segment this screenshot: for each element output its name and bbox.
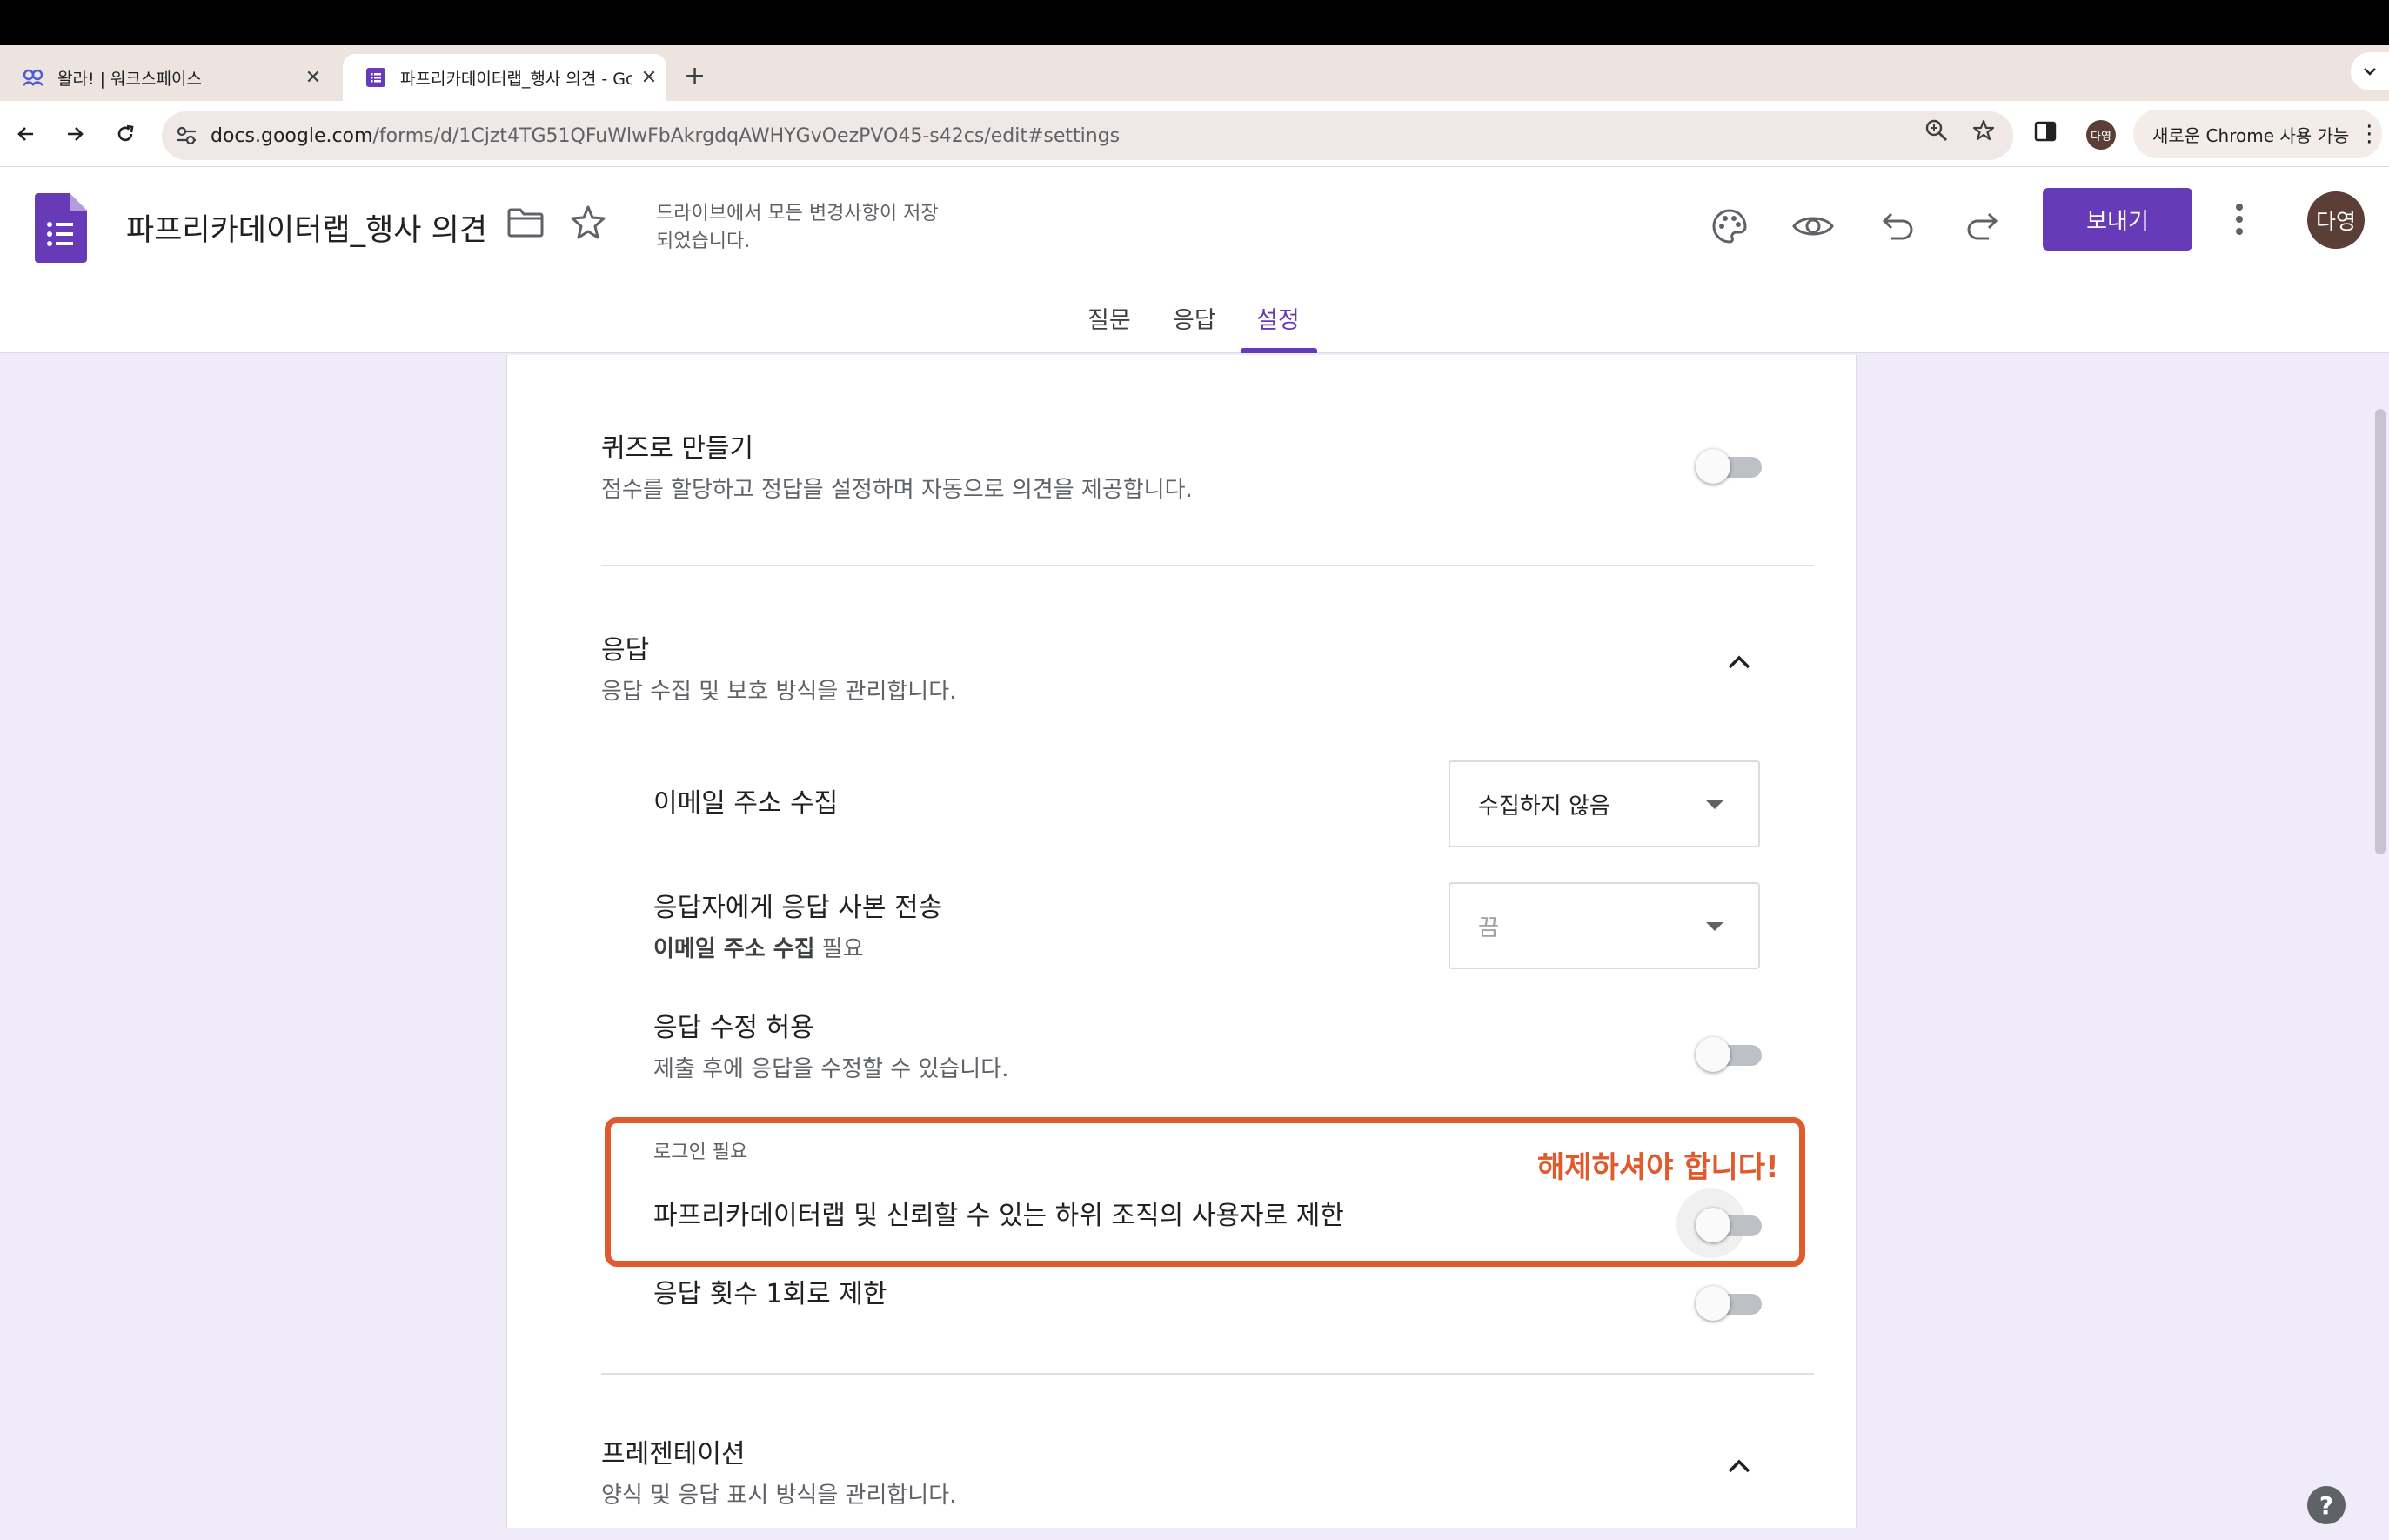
allow-edit-toggle[interactable] (1696, 1032, 1765, 1074)
form-tabs: 질문 응답 설정 (0, 296, 2389, 353)
browser-toolbar: docs.google.com/forms/d/1Cjzt4TG51QFuWlw… (0, 101, 2389, 167)
divider (601, 1373, 1814, 1375)
tab-responses[interactable]: 응답 (1173, 301, 1216, 335)
chrome-update-button[interactable]: 새로운 Chrome 사용 가능 ⋮ (2133, 110, 2382, 158)
allow-edit-label: 응답 수정 허용 (653, 1013, 814, 1043)
reload-icon[interactable] (106, 115, 144, 153)
browser-tab-forms[interactable]: 파프리카데이터랩_행사 의견 - Go ✕ (343, 54, 666, 101)
url-text: docs.google.com/forms/d/1Cjzt4TG51QFuWlw… (211, 125, 1120, 147)
google-forms-logo-icon[interactable] (35, 193, 87, 266)
quiz-title: 퀴즈로 만들기 (601, 433, 754, 464)
tab-questions[interactable]: 질문 (1087, 301, 1131, 335)
url-path: /forms/d/1Cjzt4TG51QFuWlwFbAkrgdqAWHYGvO… (372, 124, 1121, 147)
quiz-toggle[interactable] (1696, 444, 1765, 485)
close-icon[interactable]: ✕ (632, 67, 666, 89)
send-button[interactable]: 보내기 (2043, 188, 2192, 251)
send-copy-note-bold: 이메일 주소 수집 (653, 936, 815, 962)
browser-tab-workspace[interactable]: 왈라! | 워크스페이스 ✕ (0, 54, 331, 101)
help-icon[interactable]: ? (2307, 1486, 2346, 1524)
close-icon[interactable]: ✕ (296, 67, 331, 89)
dropdown-arrow-icon (1706, 922, 1723, 931)
settings-card: 퀴즈로 만들기 점수를 할당하고 정답을 설정하며 자동으로 의견을 제공합니다… (506, 355, 1857, 1528)
responses-section-title: 응답 (601, 635, 650, 666)
url-domain: docs.google.com (211, 124, 373, 147)
star-icon[interactable] (569, 204, 607, 245)
toggle-knob (1696, 1037, 1730, 1072)
dropdown-arrow-icon (1706, 800, 1723, 809)
toggle-knob (1696, 1286, 1730, 1321)
annotation-warning-text: 해제하셔야 합니다! (1537, 1150, 1779, 1185)
zoom-icon[interactable] (1924, 118, 1949, 146)
active-tab-indicator (1241, 348, 1317, 353)
redo-icon[interactable] (1957, 202, 2006, 251)
palette-icon[interactable] (1705, 202, 1754, 251)
forward-arrow-icon[interactable] (56, 115, 94, 153)
google-forms-icon (364, 65, 388, 90)
presentation-section-description: 양식 및 응답 표시 방식을 관리합니다. (601, 1483, 957, 1509)
site-settings-icon[interactable] (162, 126, 211, 145)
quiz-description: 점수를 할당하고 정답을 설정하며 자동으로 의견을 제공합니다. (601, 477, 1193, 503)
bookmark-star-icon[interactable] (1971, 118, 1996, 146)
undo-icon[interactable] (1874, 202, 1923, 251)
address-bar[interactable]: docs.google.com/forms/d/1Cjzt4TG51QFuWlw… (162, 111, 2013, 160)
annotation-highlight-box (605, 1117, 1805, 1267)
restrict-users-toggle[interactable] (1696, 1202, 1765, 1244)
send-copy-label: 응답자에게 응답 사본 전송 (653, 893, 943, 923)
presentation-section-title: 프레젠테이션 (601, 1439, 746, 1470)
more-vert-icon: ⋮ (2358, 121, 2381, 147)
limit-one-response-toggle[interactable] (1696, 1281, 1765, 1322)
send-copy-note-rest: 필요 (814, 936, 864, 962)
forms-header: 파프리카데이터랩_행사 의견 드라이브에서 모든 변경사항이 저장되었습니다. … (0, 167, 2389, 353)
collect-email-label: 이메일 주소 수집 (653, 788, 839, 819)
send-copy-value: 끔 (1478, 914, 1499, 941)
collapse-chevron-icon[interactable] (1727, 654, 1751, 673)
browser-profile-avatar[interactable]: 다영 (2086, 120, 2116, 150)
allow-edit-description: 제출 후에 응답을 수정할 수 있습니다. (653, 1056, 1009, 1082)
document-title[interactable]: 파프리카데이터랩_행사 의견 (126, 205, 487, 250)
tab-settings[interactable]: 설정 (1256, 301, 1300, 335)
back-arrow-icon[interactable] (7, 115, 45, 153)
login-required-section-label: 로그인 필요 (653, 1142, 748, 1163)
save-status: 드라이브에서 모든 변경사항이 저장되었습니다. (656, 203, 939, 252)
tab-search-chevron-icon[interactable] (2351, 52, 2389, 90)
send-copy-note: 이메일 주소 수집 필요 (653, 931, 864, 963)
collect-email-value: 수집하지 않음 (1478, 793, 1610, 820)
divider (601, 565, 1814, 566)
toggle-knob (1696, 1208, 1730, 1242)
folder-icon[interactable] (506, 207, 545, 242)
collect-email-select[interactable]: 수집하지 않음 (1449, 760, 1760, 847)
responses-section-description: 응답 수집 및 보호 방식을 관리합니다. (601, 679, 957, 705)
toggle-knob (1696, 449, 1730, 484)
screen-top-bar (0, 0, 2389, 45)
browser-tab-strip: 왈라! | 워크스페이스 ✕ 파프리카데이터랩_행사 의견 - Go ✕ + (0, 45, 2389, 101)
account-avatar[interactable]: 다영 (2307, 191, 2365, 249)
tab-label: 파프리카데이터랩_행사 의견 - Go (400, 69, 632, 89)
more-vert-icon[interactable] (2234, 202, 2245, 240)
tab-label: 왈라! | 워크스페이스 (57, 69, 202, 89)
limit-one-response-label: 응답 횟수 1회로 제한 (653, 1279, 887, 1309)
side-panel-icon[interactable] (2034, 120, 2057, 146)
preview-eye-icon[interactable] (1789, 202, 1837, 251)
collapse-chevron-icon[interactable] (1727, 1458, 1751, 1477)
send-copy-select[interactable]: 끔 (1449, 882, 1760, 969)
workspace-icon (21, 65, 45, 90)
chrome-update-label: 새로운 Chrome 사용 가능 (2152, 124, 2350, 146)
new-tab-icon[interactable]: + (684, 61, 706, 91)
page-scrollbar[interactable] (2375, 409, 2386, 854)
restrict-users-label: 파프리카데이터랩 및 신뢰할 수 있는 하위 조직의 사용자로 제한 (653, 1201, 1344, 1231)
